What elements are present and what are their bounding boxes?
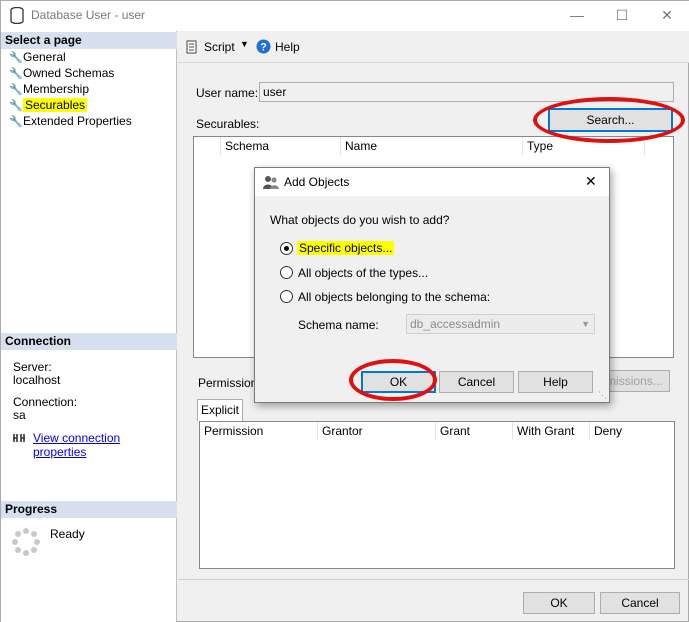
- schema-name-select[interactable]: db_accessadmin ▼: [406, 314, 595, 334]
- wrench-icon: 🔧: [9, 68, 23, 80]
- connection-value: sa: [13, 408, 26, 422]
- radio-specific-objects[interactable]: [280, 242, 293, 255]
- title-bar: Database User - user — ☐ ✕: [1, 1, 689, 31]
- page-item-label: Membership: [23, 82, 90, 96]
- view-connection-properties-link[interactable]: View connection properties: [33, 431, 176, 459]
- plug-icon: [13, 434, 25, 442]
- progress-status: Ready: [50, 527, 85, 541]
- radio-all-objects-in-schema[interactable]: [280, 290, 293, 303]
- schema-name-value: db_accessadmin: [410, 317, 501, 331]
- svg-text:?: ?: [260, 42, 267, 54]
- page-item-membership[interactable]: 🔧Membership: [9, 81, 89, 97]
- page-item-label: Extended Properties: [23, 114, 132, 128]
- script-icon: [186, 40, 197, 54]
- permissions-grid[interactable]: Permission Grantor Grant With Grant Deny: [199, 421, 675, 569]
- cancel-button[interactable]: Cancel: [600, 592, 680, 614]
- tab-explicit[interactable]: Explicit: [197, 399, 243, 421]
- toolbar: Script ▼ ? Help: [178, 31, 689, 63]
- radio-all-objects-of-types[interactable]: [280, 266, 293, 279]
- radio-specific-objects-label[interactable]: Specific objects...: [297, 241, 395, 255]
- script-button[interactable]: Script: [204, 40, 235, 54]
- username-field[interactable]: user: [259, 82, 674, 102]
- column-header-type[interactable]: Type: [523, 137, 645, 155]
- page-item-label: General: [23, 50, 66, 64]
- chevron-down-icon: ▼: [581, 319, 590, 329]
- page-item-general[interactable]: 🔧General: [9, 49, 66, 65]
- progress-header: Progress: [1, 501, 177, 518]
- dialog-ok-button[interactable]: OK: [361, 371, 436, 393]
- select-page-header: Select a page: [1, 32, 177, 49]
- wrench-icon: 🔧: [9, 52, 23, 64]
- window-title: Database User - user: [31, 8, 146, 22]
- database-user-window: Database User - user — ☐ ✕ Select a page…: [0, 0, 689, 622]
- footer-divider: [178, 579, 689, 580]
- securables-label: Securables:: [196, 117, 260, 131]
- help-icon: ?: [256, 39, 271, 54]
- add-objects-dialog: Add Objects ✕ What objects do you wish t…: [254, 167, 610, 403]
- username-label: User name:: [196, 86, 259, 100]
- grid-row-header: [194, 137, 221, 155]
- server-value: localhost: [13, 373, 61, 387]
- dialog-cancel-button[interactable]: Cancel: [439, 371, 514, 393]
- dialog-title: Add Objects: [284, 175, 350, 189]
- server-label: Server:: [13, 360, 52, 374]
- search-button[interactable]: Search...: [548, 108, 673, 132]
- connection-header: Connection: [1, 333, 177, 350]
- wrench-icon: 🔧: [9, 116, 23, 128]
- dialog-question: What objects do you wish to add?: [270, 213, 450, 227]
- page-item-label: Owned Schemas: [23, 66, 115, 80]
- column-header-schema[interactable]: Schema: [221, 137, 341, 155]
- help-button[interactable]: Help: [275, 40, 300, 54]
- database-icon: [10, 7, 24, 24]
- dialog-help-button[interactable]: Help: [518, 371, 593, 393]
- column-header-with-grant[interactable]: With Grant: [513, 422, 590, 440]
- minimize-icon[interactable]: —: [567, 6, 587, 24]
- users-icon: [263, 176, 279, 189]
- chevron-down-icon[interactable]: ▼: [240, 39, 249, 49]
- connection-label: Connection:: [13, 395, 78, 409]
- close-icon[interactable]: ✕: [657, 6, 677, 24]
- wrench-icon: 🔧: [9, 100, 23, 112]
- schema-name-label: Schema name:: [298, 318, 379, 332]
- left-panel: Select a page 🔧General 🔧Owned Schemas 🔧M…: [1, 31, 177, 622]
- radio-all-objects-of-types-label[interactable]: All objects of the types...: [298, 266, 428, 280]
- dialog-close-icon[interactable]: ✕: [585, 173, 597, 190]
- column-header-grantor[interactable]: Grantor: [318, 422, 436, 440]
- column-header-permission[interactable]: Permission: [200, 422, 318, 440]
- page-item-owned-schemas[interactable]: 🔧Owned Schemas: [9, 65, 114, 81]
- dialog-title-bar: Add Objects ✕: [255, 168, 609, 196]
- radio-all-objects-in-schema-label[interactable]: All objects belonging to the schema:: [298, 290, 490, 304]
- column-header-deny[interactable]: Deny: [590, 422, 674, 440]
- page-item-securables[interactable]: 🔧 Securables: [9, 97, 88, 113]
- progress-spinner-icon: [12, 528, 40, 556]
- wrench-icon: 🔧: [9, 84, 23, 96]
- maximize-icon[interactable]: ☐: [612, 6, 632, 24]
- resize-grip-icon[interactable]: ⋱: [598, 390, 607, 401]
- page-item-extended-properties[interactable]: 🔧Extended Properties: [9, 113, 132, 129]
- ok-button[interactable]: OK: [523, 592, 595, 614]
- column-header-grant[interactable]: Grant: [436, 422, 513, 440]
- column-header-name[interactable]: Name: [341, 137, 523, 155]
- page-item-label: Securables: [23, 98, 88, 112]
